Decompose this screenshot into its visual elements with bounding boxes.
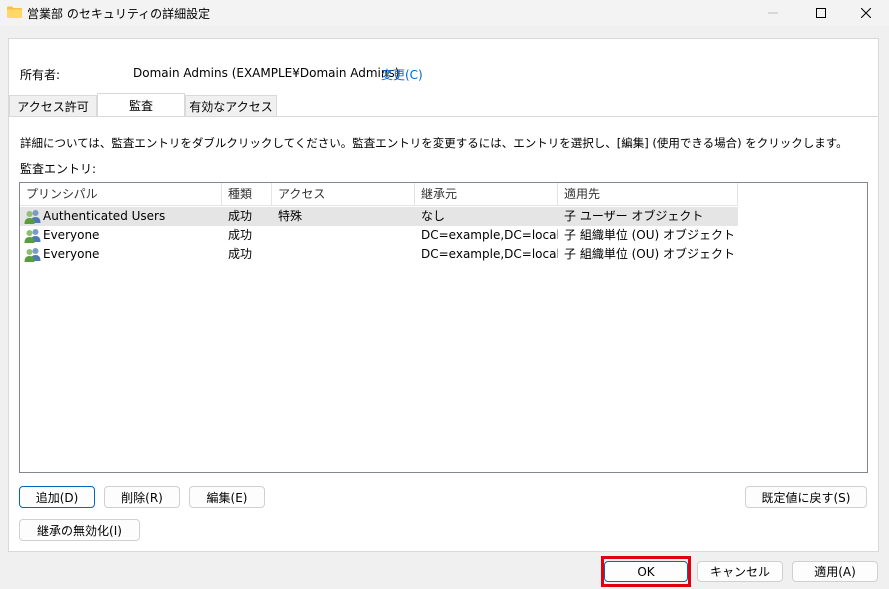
audit-entries-label: 監査エントリ: bbox=[20, 162, 97, 176]
disable-inheritance-button[interactable]: 継承の無効化(I) bbox=[19, 519, 140, 541]
tab-auditing[interactable]: 監査 bbox=[97, 93, 185, 117]
row-type: 成功 bbox=[228, 228, 253, 242]
tab-permissions[interactable]: アクセス許可 bbox=[9, 95, 97, 117]
column-header-inherited-from[interactable]: 継承元 bbox=[415, 183, 558, 206]
window-title: 営業部 のセキュリティの詳細設定 bbox=[27, 7, 211, 21]
row-applies-to: 子 ユーザー オブジェクト bbox=[564, 209, 704, 223]
row-access bbox=[278, 226, 415, 245]
audit-entries-list[interactable]: プリンシパル 種類 アクセス 継承元 適用先 Authenticated Use… bbox=[19, 182, 868, 473]
close-icon bbox=[861, 8, 871, 18]
owner-value: Domain Admins (EXAMPLE¥Domain Admins) bbox=[133, 66, 400, 80]
tab-effective-access[interactable]: 有効なアクセス bbox=[185, 95, 277, 117]
tab-strip: アクセス許可 監査 有効なアクセス bbox=[9, 93, 878, 117]
add-button[interactable]: 追加(D) bbox=[19, 486, 95, 508]
list-header: プリンシパル 種類 アクセス 継承元 適用先 bbox=[20, 183, 738, 206]
minimize-button[interactable] bbox=[750, 0, 796, 26]
maximize-button[interactable] bbox=[798, 0, 844, 26]
folder-icon bbox=[7, 6, 22, 18]
row-inherited-from: なし bbox=[421, 209, 446, 223]
tab-divider bbox=[9, 116, 878, 117]
table-row[interactable]: Everyone 成功 DC=example,DC=local 子 組織単位 (… bbox=[20, 245, 738, 264]
users-icon bbox=[24, 248, 41, 262]
maximize-icon bbox=[816, 8, 826, 18]
row-type: 成功 bbox=[228, 247, 253, 261]
table-row[interactable]: Authenticated Users 成功 特殊 なし 子 ユーザー オブジェ… bbox=[20, 207, 738, 226]
change-owner-link[interactable]: 変更(C) bbox=[381, 66, 423, 83]
title-bar: 営業部 のセキュリティの詳細設定 bbox=[0, 0, 889, 26]
column-header-type[interactable]: 種類 bbox=[222, 183, 272, 206]
row-principal: Everyone bbox=[43, 228, 100, 242]
row-applies-to: 子 組織単位 (OU) オブジェクト bbox=[564, 247, 736, 261]
row-applies-to: 子 組織単位 (OU) オブジェクト bbox=[564, 228, 736, 242]
owner-label: 所有者: bbox=[20, 68, 61, 82]
edit-button[interactable]: 編集(E) bbox=[189, 486, 265, 508]
table-row[interactable]: Everyone 成功 DC=example,DC=local 子 組織単位 (… bbox=[20, 226, 738, 245]
row-principal: Everyone bbox=[43, 247, 100, 261]
column-header-principal[interactable]: プリンシパル bbox=[20, 183, 222, 206]
row-inherited-from: DC=example,DC=local bbox=[421, 247, 558, 261]
row-inherited-from: DC=example,DC=local bbox=[421, 228, 558, 242]
description-text: 詳細については、監査エントリをダブルクリックしてください。監査エントリを変更する… bbox=[20, 136, 848, 150]
column-header-applies-to[interactable]: 適用先 bbox=[558, 183, 738, 206]
row-principal: Authenticated Users bbox=[43, 209, 166, 223]
restore-defaults-button[interactable]: 既定値に戻す(S) bbox=[745, 486, 867, 508]
row-access: 特殊 bbox=[278, 209, 303, 223]
row-type: 成功 bbox=[228, 209, 253, 223]
users-icon bbox=[24, 229, 41, 243]
users-icon bbox=[24, 210, 41, 224]
ok-button-highlight bbox=[601, 556, 691, 587]
close-button[interactable] bbox=[843, 0, 889, 26]
apply-button[interactable]: 適用(A) bbox=[792, 561, 878, 582]
column-header-access[interactable]: アクセス bbox=[272, 183, 415, 206]
minimize-icon bbox=[768, 12, 778, 14]
row-access bbox=[278, 245, 415, 264]
main-panel: 所有者: Domain Admins (EXAMPLE¥Domain Admin… bbox=[8, 38, 879, 552]
remove-button[interactable]: 削除(R) bbox=[104, 486, 180, 508]
cancel-button[interactable]: キャンセル bbox=[697, 561, 783, 582]
